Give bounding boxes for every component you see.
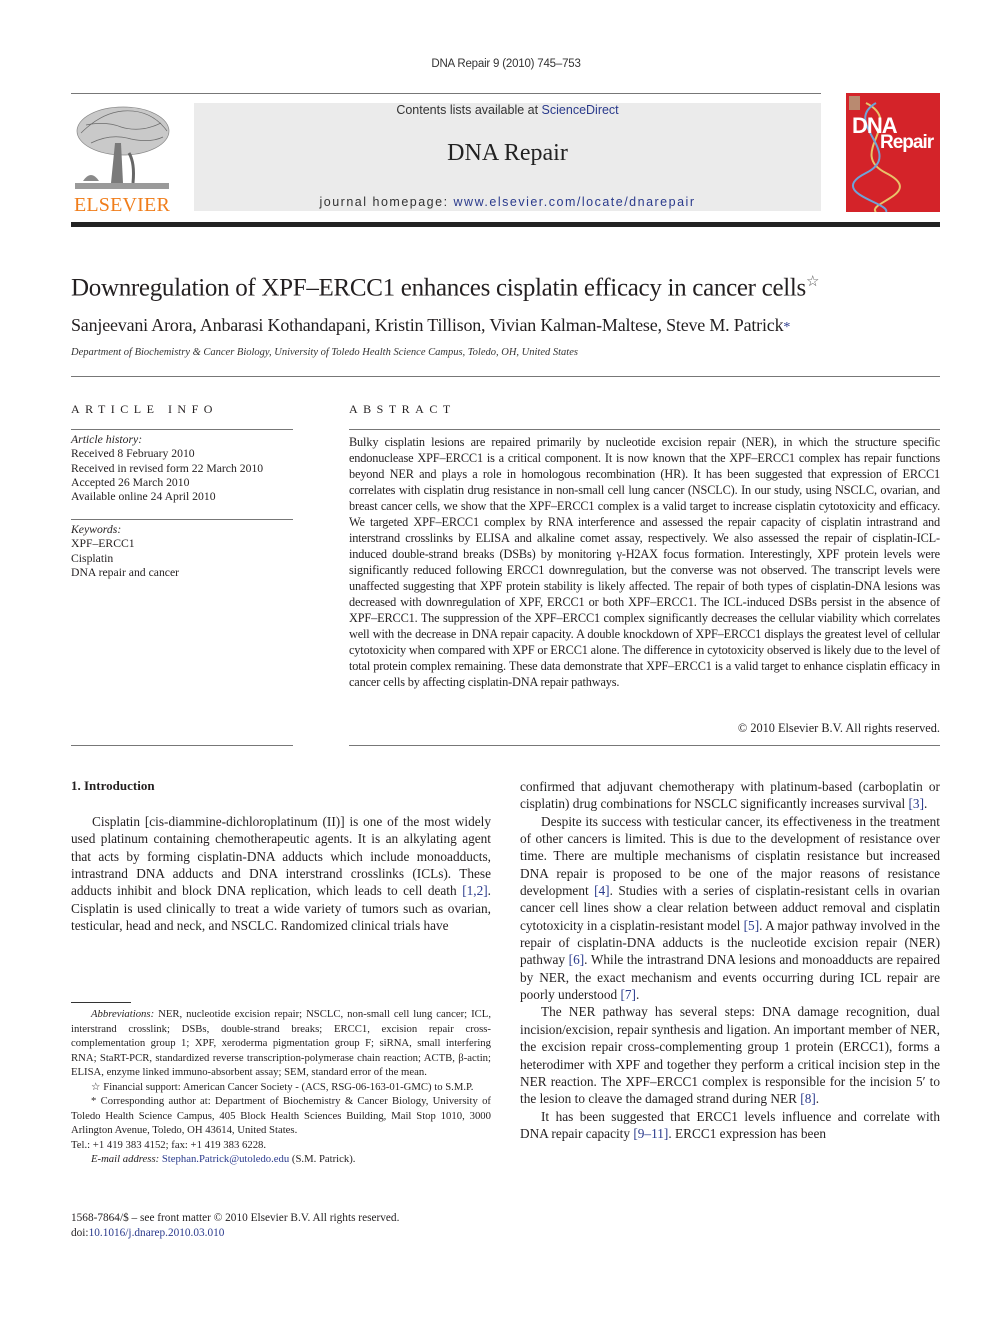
keywords-rule (71, 519, 293, 520)
body-column-right: confirmed that adjuvant chemotherapy wit… (520, 778, 940, 1142)
article-history-label: Article history: (71, 433, 143, 446)
journal-citation: DNA Repair 9 (2010) 745–753 (431, 58, 581, 70)
front-matter: 1568-7864/$ – see front matter © 2010 El… (71, 1211, 491, 1241)
article-info-rule (71, 429, 293, 430)
journal-homepage-line: journal homepage: www.elsevier.com/locat… (194, 195, 821, 209)
footnote-rule (71, 1002, 131, 1003)
article-history: Article history: Received 8 February 201… (71, 433, 293, 504)
doi-prefix: doi: (71, 1227, 89, 1239)
history-received: Received 8 February 2010 (71, 447, 195, 461)
journal-homepage-link[interactable]: www.elsevier.com/locate/dnarepair (454, 195, 696, 209)
sciencedirect-link[interactable]: ScienceDirect (542, 103, 619, 117)
contents-prefix: Contents lists available at (396, 103, 542, 117)
footnote-email: E-mail address: Stephan.Patrick@utoledo.… (71, 1152, 491, 1167)
paragraph-text: . (635, 987, 640, 1003)
reference-link[interactable]: [6] (569, 952, 585, 967)
abstract-bottom-rule (349, 745, 940, 746)
keywords: Keywords: XPF–ERCC1 Cisplatin DNA repair… (71, 523, 293, 580)
intro-paragraph: The NER pathway has several steps: DNA d… (520, 1003, 940, 1107)
corresponding-text: Corresponding author at: Department of B… (71, 1095, 491, 1136)
paragraph-text: . (924, 796, 928, 812)
abstract-heading: ABSTRACT (349, 402, 456, 416)
reference-link[interactable]: [7] (620, 987, 636, 1002)
article-info-heading: ARTICLE INFO (71, 402, 218, 416)
keyword-item: XPF–ERCC1 (71, 537, 135, 551)
article-title: Downregulation of XPF–ERCC1 enhances cis… (71, 272, 951, 302)
paragraph-text: . (815, 1091, 820, 1107)
doi-line: doi:10.1016/j.dnarep.2010.03.010 (71, 1226, 491, 1241)
author-affiliation: Department of Biochemistry & Cancer Biol… (71, 347, 578, 358)
history-revised: Received in revised form 22 March 2010 (71, 461, 264, 475)
reference-link[interactable]: [3] (909, 796, 925, 811)
funding-note-marker[interactable]: ☆ (806, 274, 819, 290)
paragraph-text: . ERCC1 expression has been (668, 1125, 827, 1141)
cover-title-repair: Repair (880, 132, 934, 153)
intro-paragraph: It has been suggested that ERCC1 levels … (520, 1108, 940, 1143)
footnote-abbreviations: Abbreviations: NER, nucleotide excision … (71, 1007, 491, 1080)
history-accepted: Accepted 26 March 2010 (71, 475, 190, 489)
reference-link[interactable]: [5] (744, 918, 760, 933)
article-title-text: Downregulation of XPF–ERCC1 enhances cis… (71, 274, 806, 302)
abstract-copyright: © 2010 Elsevier B.V. All rights reserved… (737, 721, 940, 735)
article-info-bottom-rule (71, 745, 293, 746)
title-divider (71, 376, 940, 377)
journal-cover-thumbnail[interactable]: DNA Repair (846, 93, 940, 212)
keywords-label: Keywords: (71, 523, 122, 536)
reference-link[interactable]: [9–11] (633, 1126, 668, 1141)
star-icon: ☆ (91, 1080, 101, 1093)
body-column-left: Cisplatin [cis-diammine-dichloroplatinum… (71, 813, 491, 934)
elsevier-wordmark: ELSEVIER (73, 194, 171, 216)
tree-icon (75, 106, 170, 189)
email-link[interactable]: Stephan.Patrick@utoledo.edu (162, 1153, 289, 1165)
abstract-rule (349, 429, 940, 430)
header-rule (71, 93, 821, 94)
intro-paragraph: Despite its success with testicular canc… (520, 813, 940, 1004)
doi-link[interactable]: 10.1016/j.dnarep.2010.03.010 (89, 1227, 225, 1239)
abstract-text: Bulky cisplatin lesions are repaired pri… (349, 435, 940, 689)
funding-text: Financial support: American Cancer Socie… (100, 1080, 474, 1093)
email-suffix: (S.M. Patrick). (289, 1153, 356, 1165)
footnotes: Abbreviations: NER, nucleotide excision … (71, 1007, 491, 1167)
paragraph-text: confirmed that adjuvant chemotherapy wit… (520, 779, 940, 812)
footnote-phone: Tel.: +1 419 383 4152; fax: +1 419 383 6… (71, 1138, 267, 1151)
author-names: Sanjeevani Arora, Anbarasi Kothandapani,… (71, 315, 784, 335)
keyword-item: Cisplatin (71, 551, 114, 565)
paragraph-text: The NER pathway has several steps: DNA d… (520, 1004, 940, 1107)
section-heading-introduction: 1. Introduction (71, 778, 155, 793)
journal-name: DNA Repair (447, 140, 568, 166)
intro-paragraph: confirmed that adjuvant chemotherapy wit… (520, 778, 940, 813)
history-online: Available online 24 April 2010 (71, 490, 216, 504)
intro-paragraph: Cisplatin [cis-diammine-dichloroplatinum… (71, 813, 491, 934)
author-list: Sanjeevani Arora, Anbarasi Kothandapani,… (71, 315, 951, 336)
reference-link[interactable]: [1,2] (462, 883, 487, 898)
corresponding-author-marker[interactable]: * (783, 320, 790, 335)
abbreviations-label: Abbreviations: (91, 1008, 155, 1020)
header-thick-rule (71, 222, 940, 227)
keyword-item: DNA repair and cancer (71, 565, 180, 579)
paragraph-text: Cisplatin [cis-diammine-dichloroplatinum… (71, 814, 491, 899)
footnote-funding: ☆ Financial support: American Cancer Soc… (71, 1080, 491, 1095)
reference-link[interactable]: [8] (800, 1091, 816, 1106)
contents-line: Contents lists available at ScienceDirec… (194, 103, 821, 117)
reference-link[interactable]: [4] (594, 883, 610, 898)
footnote-corresponding: * Corresponding author at: Department of… (71, 1094, 491, 1138)
email-label: E-mail address: (91, 1153, 160, 1165)
issn-line: 1568-7864/$ – see front matter © 2010 El… (71, 1212, 400, 1224)
homepage-prefix: journal homepage: (319, 195, 454, 209)
